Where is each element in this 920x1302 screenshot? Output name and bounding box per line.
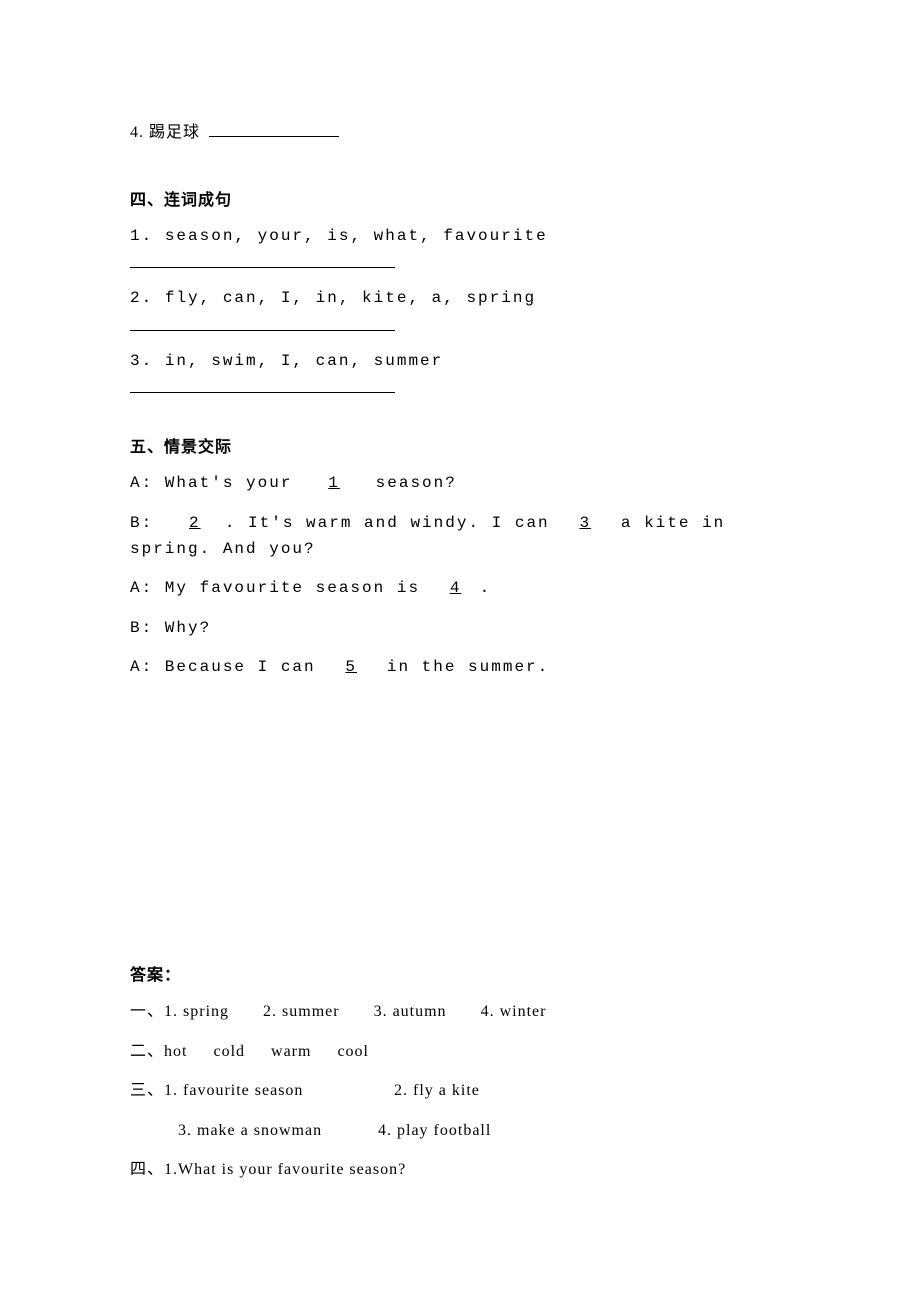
s4-item2: 2. fly, can, I, in, kite, a, spring: [130, 286, 790, 312]
ans1-i1: 1. spring: [164, 1003, 229, 1020]
s5-line2: B: 2. It's warm and windy. I can 3 a kit…: [130, 511, 790, 562]
ans4-first: 1.What is your favourite season?: [164, 1161, 406, 1178]
s4-item1: 1. season, your, is, what, favourite: [130, 224, 790, 250]
answer-3-row2: 3. make a snowman4. play football: [130, 1118, 790, 1144]
blank-2[interactable]: 2: [165, 511, 225, 537]
answer-3-row1: 三、1. favourite season2. fly a kite: [130, 1078, 790, 1104]
s5-line1: A: What's your 1 season?: [130, 471, 790, 497]
s5-l3-post: .: [480, 579, 492, 597]
s5-l3-pre: A: My favourite season is: [130, 579, 432, 597]
answers-title: 答案：: [130, 961, 790, 985]
blank-line[interactable]: [209, 121, 339, 137]
blank-3[interactable]: 3: [561, 511, 609, 537]
ans3-r1-i1: 1. favourite season: [164, 1078, 394, 1104]
blank-1[interactable]: 1: [304, 471, 364, 497]
answer-rule-1[interactable]: [130, 267, 395, 268]
s5-line5: A: Because I can 5 in the summer.: [130, 655, 790, 681]
answer-1: 一、1. spring 2. summer 3. autumn 4. winter: [130, 999, 790, 1025]
s4-item2-num: 2.: [130, 289, 153, 307]
blank-5[interactable]: 5: [327, 655, 375, 681]
ans3-r1-i2: 2. fly a kite: [394, 1082, 480, 1099]
s4-item3-words: in, swim, I, can, summer: [165, 352, 443, 370]
ans2-i4: cool: [337, 1043, 369, 1060]
s4-item2-words: fly, can, I, in, kite, a, spring: [165, 289, 536, 307]
s5-line3: A: My favourite season is 4.: [130, 576, 790, 602]
ans3-prefix: 三、: [130, 1082, 164, 1099]
section4-title: 四、连词成句: [130, 186, 790, 210]
ans3-r2-i1: 3. make a snowman: [178, 1118, 378, 1144]
ans4-prefix: 四、: [130, 1161, 164, 1178]
ans1-i2: 2. summer: [263, 1003, 340, 1020]
s5-l5-post: in the summer.: [375, 658, 549, 676]
ans2-i1: hot: [164, 1043, 187, 1060]
ans2-i2: cold: [213, 1043, 245, 1060]
q3-item4: 4. 踢足球: [130, 120, 790, 146]
s5-l5-pre: A: Because I can: [130, 658, 327, 676]
s4-item3: 3. in, swim, I, can, summer: [130, 349, 790, 375]
s5-line4: B: Why?: [130, 616, 790, 642]
s5-l1-post: season?: [364, 474, 457, 492]
q3-item4-label: 踢足球: [149, 124, 200, 141]
answer-2: 二、hot cold warm cool: [130, 1039, 790, 1065]
ans2-prefix: 二、: [130, 1043, 164, 1060]
s5-l2-mid1: . It's warm and windy. I can: [225, 514, 561, 532]
answer-4-row1: 四、1.What is your favourite season?: [130, 1157, 790, 1183]
ans1-prefix: 一、: [130, 1003, 164, 1020]
ans3-r2-i2: 4. play football: [378, 1122, 491, 1139]
s4-item3-num: 3.: [130, 352, 153, 370]
s5-l1-pre: A: What's your: [130, 474, 304, 492]
ans1-i3: 3. autumn: [374, 1003, 447, 1020]
s5-l2-pre: B:: [130, 514, 165, 532]
ans1-i4: 4. winter: [481, 1003, 547, 1020]
ans2-i3: warm: [271, 1043, 311, 1060]
s4-item1-num: 1.: [130, 227, 153, 245]
section5-title: 五、情景交际: [130, 433, 790, 457]
answer-rule-2[interactable]: [130, 330, 395, 331]
s4-item1-words: season, your, is, what, favourite: [165, 227, 548, 245]
answer-rule-3[interactable]: [130, 392, 395, 393]
q3-item4-number: 4.: [130, 124, 144, 141]
blank-4[interactable]: 4: [432, 576, 480, 602]
